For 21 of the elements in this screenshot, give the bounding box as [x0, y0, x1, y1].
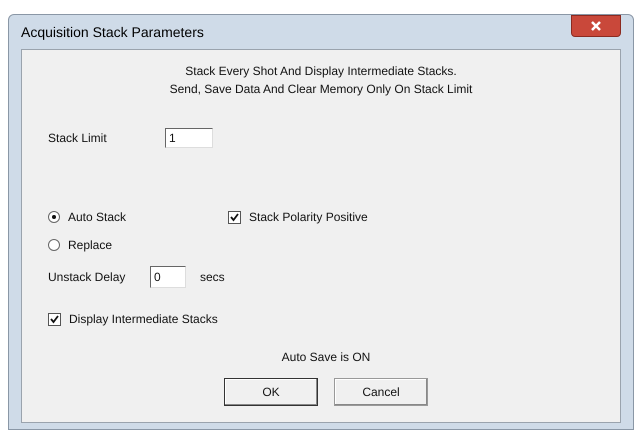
checkbox-label: Display Intermediate Stacks	[69, 311, 218, 328]
cancel-button[interactable]: Cancel	[334, 378, 428, 406]
stack-limit-label: Stack Limit	[48, 130, 108, 147]
checkbox-label: Stack Polarity Positive	[249, 209, 368, 226]
close-button[interactable]	[571, 15, 621, 37]
checkbox[interactable]	[228, 210, 241, 224]
radio-label: Replace	[68, 237, 112, 254]
status-text: Auto Save is ON	[282, 349, 370, 366]
stack-limit-field[interactable]: 1	[165, 128, 213, 148]
radio-button[interactable]	[48, 211, 60, 223]
description-line: Send, Save Data And Clear Memory Only On Stack Limit	[170, 81, 472, 98]
unstack-delay-label: Unstack Delay	[48, 269, 126, 286]
ok-button[interactable]: OK	[224, 378, 318, 406]
description-line: Stack Every Shot And Display Intermediate Stacks.	[185, 63, 457, 80]
unit-label: secs	[200, 269, 225, 286]
unstack-delay-field[interactable]: 0	[150, 266, 186, 288]
window-title: Acquisition Stack Parameters	[21, 22, 204, 42]
radio-button[interactable]	[48, 239, 60, 251]
checkbox[interactable]	[48, 312, 61, 326]
close-icon	[591, 21, 601, 31]
radio-label: Auto Stack	[68, 209, 126, 226]
